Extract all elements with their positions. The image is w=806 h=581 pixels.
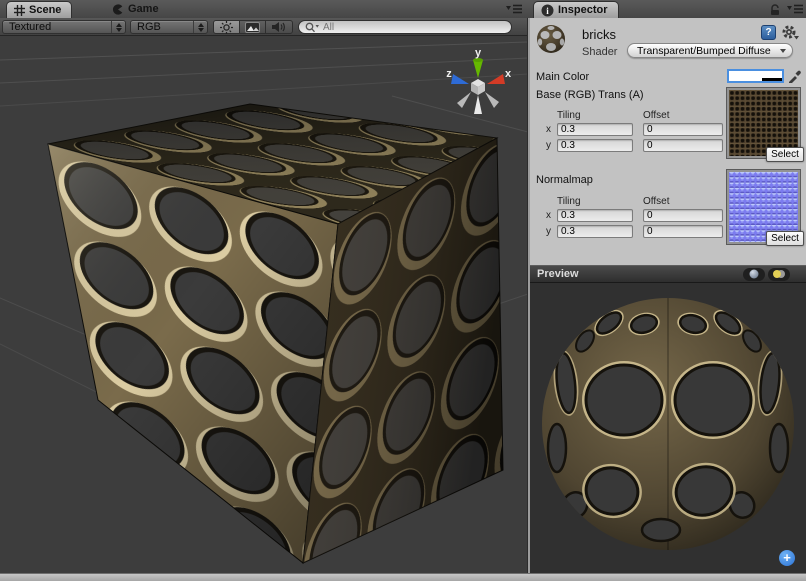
preview-add-button[interactable]: +: [779, 550, 795, 566]
scene-toolbar: Textured RGB: [0, 18, 528, 36]
base-tiling-y-input[interactable]: [557, 139, 633, 152]
main-color-swatch[interactable]: [727, 69, 784, 83]
shader-value: Transparent/Bumped Diffuse: [637, 45, 780, 57]
base-row-x-label: x: [546, 124, 551, 135]
lights-icon: [772, 269, 786, 279]
search-icon: [305, 22, 319, 33]
scene-audio-toggle[interactable]: [265, 20, 293, 34]
help-icon[interactable]: ?: [761, 25, 776, 40]
preview-mesh-button[interactable]: [743, 268, 765, 281]
sphere-icon: [749, 269, 759, 279]
chevron-down-icon: [780, 49, 786, 53]
material-sphere-icon: [536, 24, 566, 54]
speaker-icon: [272, 21, 286, 33]
scene-search[interactable]: [298, 20, 512, 34]
normal-tiling-x-input[interactable]: [557, 209, 633, 222]
inspector-panel: bricks Shader Transparent/Bumped Diffuse…: [530, 18, 806, 265]
tab-game[interactable]: Game: [104, 0, 167, 18]
render-mode-dropdown[interactable]: RGB: [130, 20, 208, 34]
gizmo-y-label: y: [475, 47, 482, 59]
preview-title: Preview: [537, 268, 743, 280]
base-tiling-header: Tiling: [557, 110, 581, 121]
dropdown-arrows-icon: [111, 21, 125, 33]
scene-view[interactable]: y x z: [0, 36, 528, 573]
shader-dropdown[interactable]: Transparent/Bumped Diffuse: [627, 43, 793, 58]
inspector-panel-menu-icon[interactable]: [786, 3, 804, 15]
draw-mode-value: Textured: [9, 21, 51, 33]
base-map-label: Base (RGB) Trans (A): [536, 89, 644, 101]
scene-search-input[interactable]: [321, 21, 505, 34]
gizmo-x-label: x: [505, 68, 512, 80]
tab-scene[interactable]: Scene: [6, 1, 72, 18]
tab-game-label: Game: [128, 3, 159, 15]
gizmo-z-label: z: [446, 68, 452, 80]
preview-area[interactable]: +: [530, 283, 806, 573]
normal-row-x-label: x: [546, 210, 551, 221]
alpha-bar: [729, 78, 782, 81]
preview-lighting-button[interactable]: [768, 268, 790, 281]
base-row-y-label: y: [546, 140, 551, 151]
normal-row-y-label: y: [546, 226, 551, 237]
render-mode-value: RGB: [137, 21, 161, 33]
shader-label: Shader: [582, 46, 617, 58]
normal-map-select-button[interactable]: Select: [766, 231, 804, 246]
tab-scene-label: Scene: [29, 4, 61, 16]
info-icon: i: [541, 4, 554, 17]
base-texture-select-button[interactable]: Select: [766, 147, 804, 162]
game-icon: [112, 3, 124, 16]
scene-3d-canvas: y x z: [0, 36, 528, 573]
eyedropper-icon[interactable]: [788, 69, 802, 83]
image-icon: [245, 22, 260, 33]
scene-panel-menu-icon[interactable]: [505, 3, 523, 15]
normal-offset-x-input[interactable]: [643, 209, 723, 222]
normal-offset-y-input[interactable]: [643, 225, 723, 238]
main-color-label: Main Color: [536, 71, 589, 83]
base-offset-y-input[interactable]: [643, 139, 723, 152]
base-offset-x-input[interactable]: [643, 123, 723, 136]
scene-grid-icon: [14, 5, 25, 16]
material-name: bricks: [582, 27, 616, 42]
preview-header[interactable]: Preview: [530, 265, 806, 283]
base-tiling-x-input[interactable]: [557, 123, 633, 136]
dropdown-arrows-icon: [193, 21, 207, 33]
preview-sphere-canvas: [530, 283, 806, 573]
scene-overlay-toggle[interactable]: [239, 20, 266, 34]
tab-inspector-label: Inspector: [558, 4, 608, 16]
normal-tiling-header: Tiling: [557, 196, 581, 207]
scene-lighting-toggle[interactable]: [213, 20, 240, 34]
base-offset-header: Offset: [643, 110, 670, 121]
gear-icon[interactable]: [782, 25, 799, 40]
tab-strip: Scene Game i Inspector: [0, 0, 806, 19]
sun-icon: [220, 21, 233, 34]
normal-map-label: Normalmap: [536, 174, 593, 186]
draw-mode-dropdown[interactable]: Textured: [2, 20, 126, 34]
unity-editor-window: Scene Game i Inspector: [0, 0, 806, 581]
window-bottom-border: [0, 573, 806, 581]
normal-offset-header: Offset: [643, 196, 670, 207]
normal-tiling-y-input[interactable]: [557, 225, 633, 238]
tab-inspector[interactable]: i Inspector: [533, 1, 619, 18]
